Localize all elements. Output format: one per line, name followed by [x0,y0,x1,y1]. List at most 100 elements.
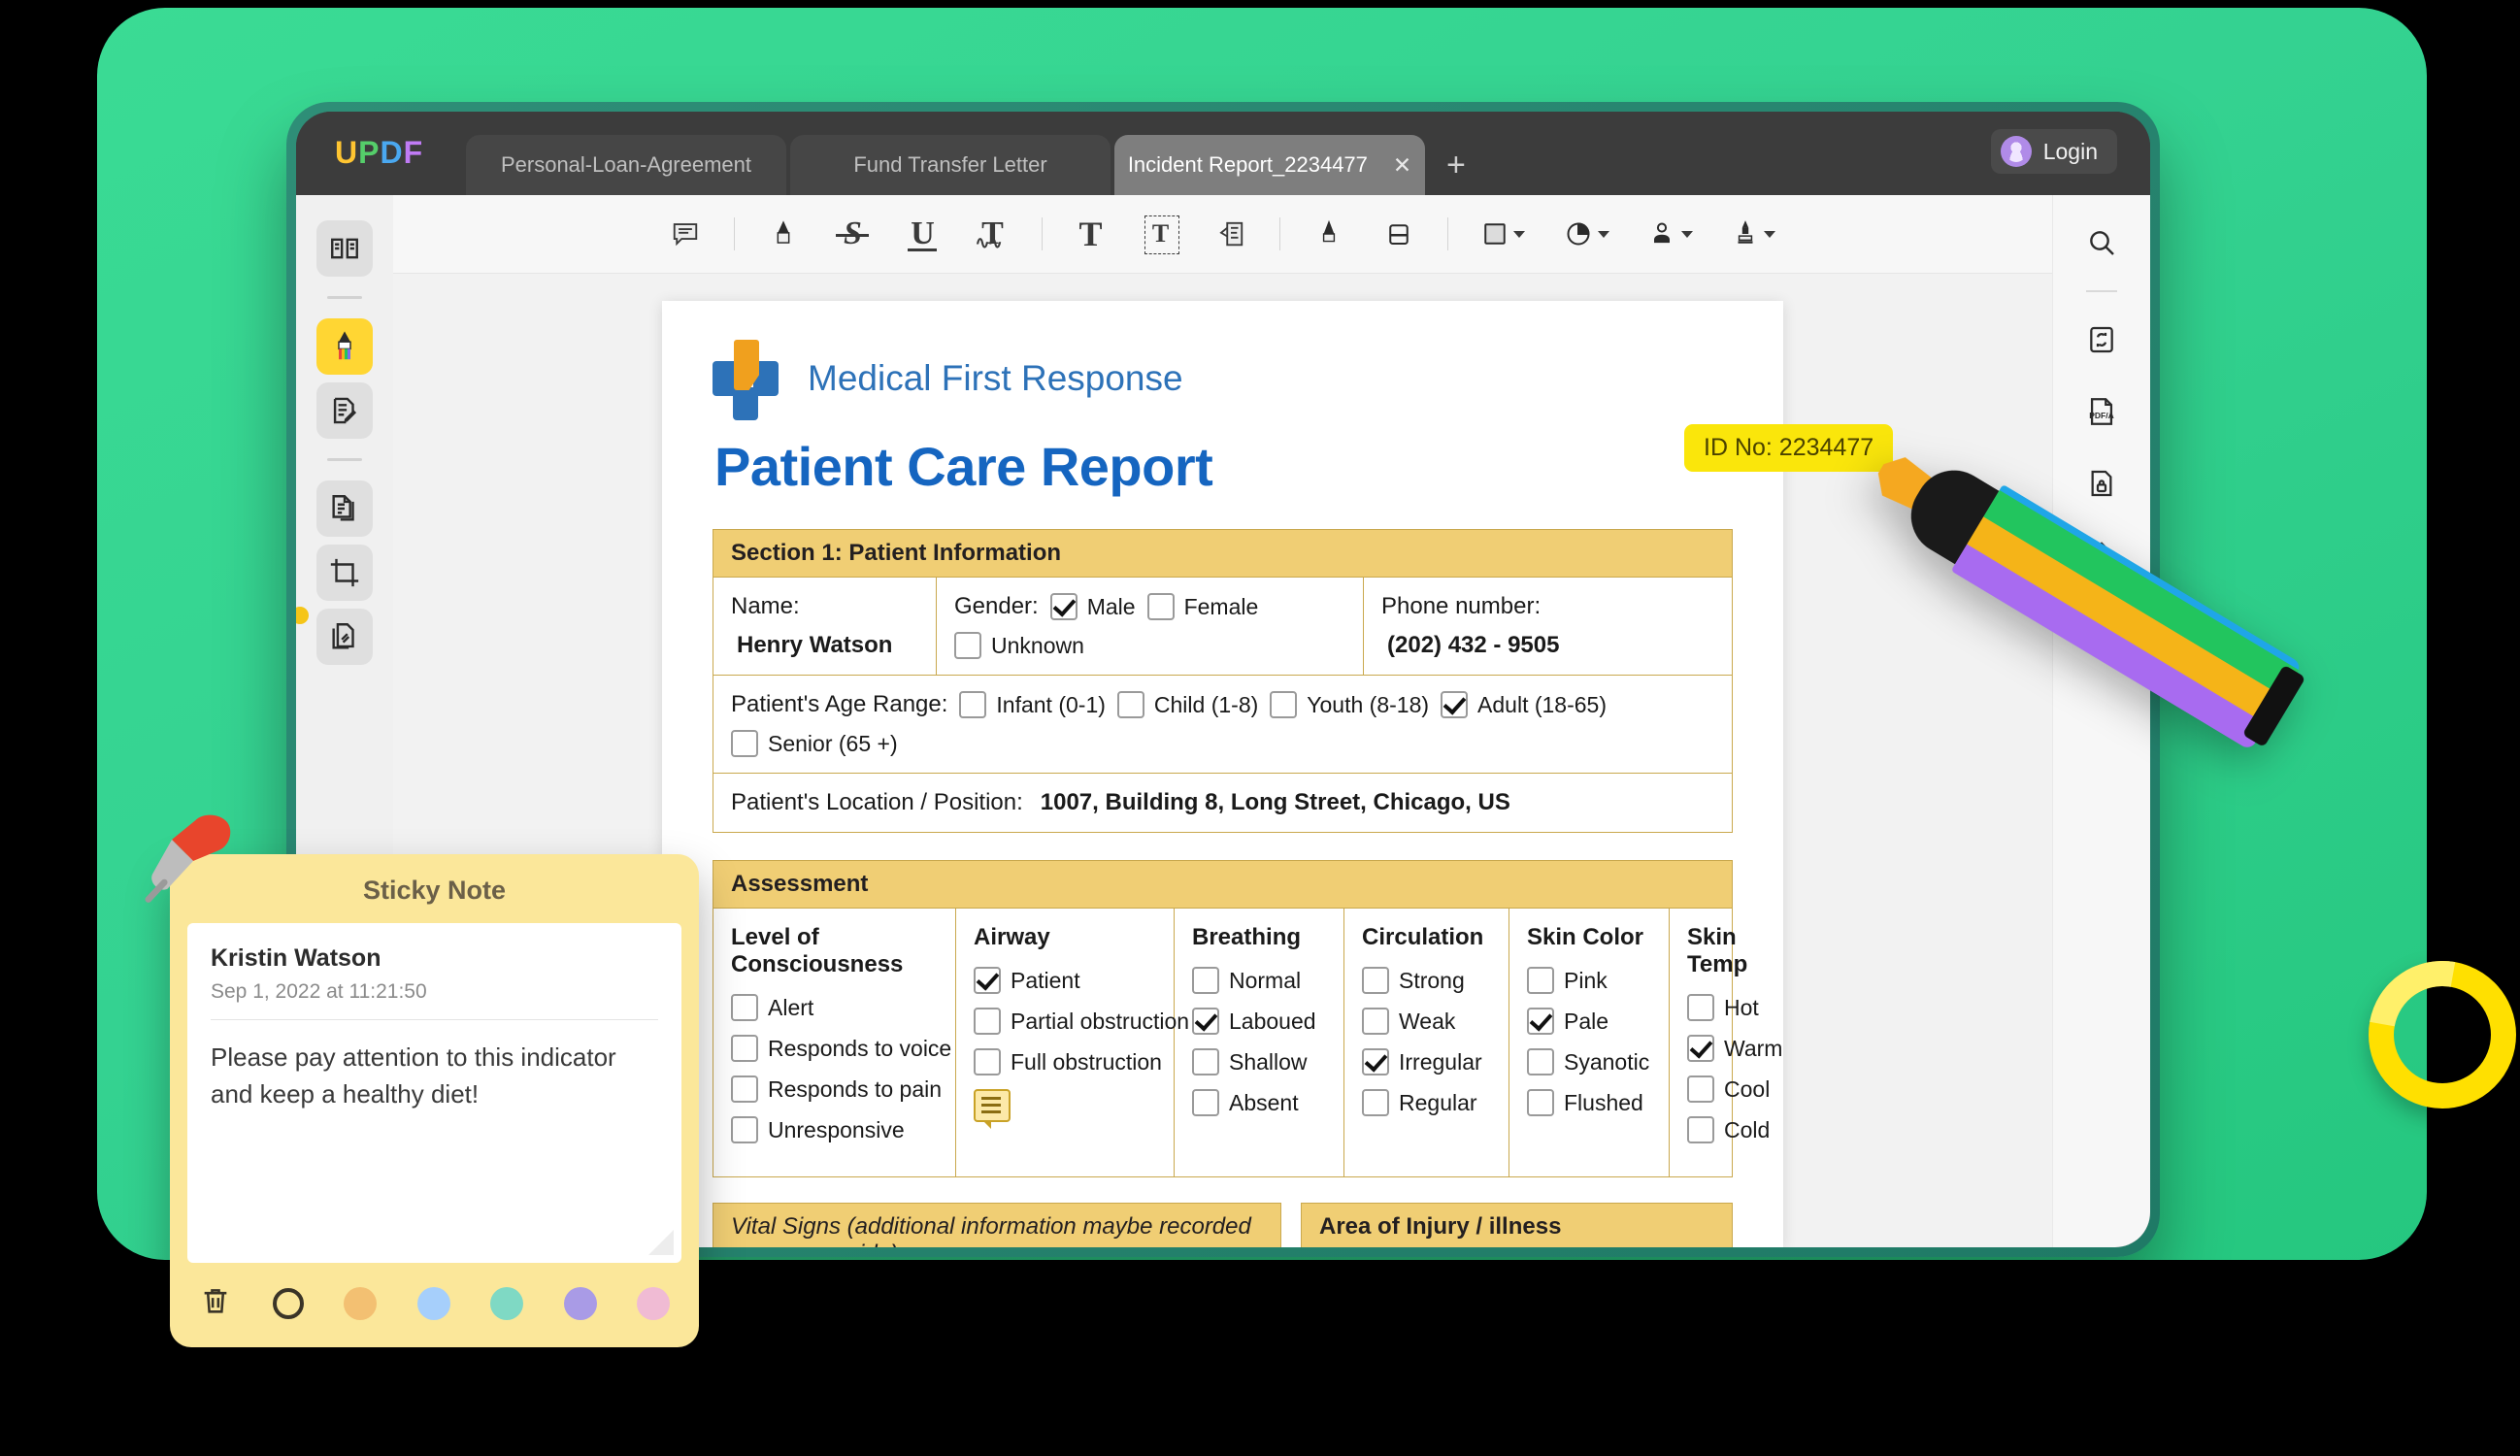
new-tab-button[interactable]: + [1446,149,1466,182]
tab-incident-report[interactable]: Incident Report_2234477 ✕ [1114,135,1425,195]
ocr-button[interactable] [2075,314,2128,366]
sidebar-item-reader[interactable] [316,220,373,277]
squiggly-underline-icon[interactable]: T ∿∿ [966,207,1020,261]
checkbox-female[interactable]: Female [1146,593,1259,620]
injury-header: Area of Injury / illness [1301,1203,1733,1247]
checkbox-box [974,967,1001,994]
color-orange-swatch[interactable] [344,1286,377,1320]
sidebar-item-edit-pdf[interactable] [316,382,373,439]
checkbox-regular[interactable]: Regular [1362,1089,1491,1116]
column-title: Skin Color [1527,924,1644,950]
checkbox-warm[interactable]: Warm [1687,1035,1782,1062]
sticky-note-timestamp: Sep 1, 2022 at 11:21:50 [211,980,658,1020]
stamp-icon[interactable] [1637,207,1705,261]
sticky-note-icon[interactable] [658,207,713,261]
text-callout-icon[interactable] [1204,207,1258,261]
checkbox-unknown[interactable]: Unknown [954,632,1084,659]
checkbox-box [1527,1048,1554,1075]
checkbox-pink[interactable]: Pink [1527,967,1651,994]
checkbox-unresponsive[interactable]: Unresponsive [731,1116,938,1143]
stamp-shape-icon[interactable] [1553,207,1621,261]
checkbox-box [731,1116,758,1143]
sticky-note-author: Kristin Watson [211,944,381,972]
checkbox-shallow[interactable]: Shallow [1192,1048,1326,1075]
text-icon[interactable]: T [1064,207,1118,261]
checkbox-pale[interactable]: Pale [1527,1008,1651,1035]
checkbox-alert[interactable]: Alert [731,994,938,1021]
checkbox-box [1441,691,1469,718]
checkbox-normal[interactable]: Normal [1192,967,1326,994]
checkbox-responds-to-voice[interactable]: Responds to voice [731,1035,951,1062]
checkbox-syanotic[interactable]: Syanotic [1527,1048,1651,1075]
login-button[interactable]: Login [1990,129,2117,174]
checkbox-patient[interactable]: Patient [974,967,1156,994]
location-label: Patient's Location / Position: [731,789,1023,815]
section-patient-information: Section 1: Patient Information Name: Hen… [713,529,1733,833]
checkbox-box [1270,691,1298,718]
checkbox-label: Female [1183,593,1259,619]
brand-letter-u: U [335,135,359,170]
checkbox-label: Adult (18-65) [1477,691,1607,717]
checkbox-label: Pink [1564,967,1608,993]
checkbox-box [1362,967,1389,994]
underline-icon[interactable]: U [896,207,950,261]
sidebar-item-comment[interactable] [316,318,373,375]
delete-note-button[interactable] [199,1284,232,1322]
checkbox-strong[interactable]: Strong [1362,967,1491,994]
assessment-column-breathing: Breathing Normal Laboued Shallow Absent [1175,909,1344,1176]
sticky-note-body[interactable]: Kristin Watson Sep 1, 2022 at 11:21:50 P… [187,923,681,1263]
eraser-icon[interactable] [1372,207,1426,261]
checkbox-senior[interactable]: Senior (65 +) [731,730,898,757]
strikethrough-icon[interactable]: S [826,207,880,261]
checkbox-laboued[interactable]: Laboued [1192,1008,1326,1035]
color-teal-swatch[interactable] [490,1286,523,1320]
checkbox-label: Laboued [1229,1008,1316,1034]
pencil-icon[interactable] [1302,207,1356,261]
checkbox-adult[interactable]: Adult (18-65) [1441,691,1607,718]
search-button[interactable] [2075,216,2128,269]
checkbox-cool[interactable]: Cool [1687,1075,1770,1103]
checkbox-box [1687,994,1714,1021]
phone-cell: Phone number: (202) 432 - 9505 [1364,578,1732,675]
shapes-icon[interactable] [1470,207,1538,261]
color-blue-swatch[interactable] [416,1286,450,1320]
resize-handle[interactable] [648,1230,674,1255]
checkbox-full-obstruction[interactable]: Full obstruction [974,1048,1162,1075]
protect-button[interactable] [2075,457,2128,510]
checkbox-hot[interactable]: Hot [1687,994,1759,1021]
close-icon[interactable]: ✕ [1393,152,1411,179]
sticky-note-text[interactable]: Please pay attention to this indicator a… [211,1040,658,1112]
checkbox-irregular[interactable]: Irregular [1362,1048,1491,1075]
checkbox-absent[interactable]: Absent [1192,1089,1326,1116]
checkbox-responds-to-pain[interactable]: Responds to pain [731,1075,942,1103]
checkbox-weak[interactable]: Weak [1362,1008,1491,1035]
highlight-icon[interactable] [756,207,811,261]
checkbox-flushed[interactable]: Flushed [1527,1089,1651,1116]
medical-cross-logo [713,340,782,420]
signature-icon[interactable] [1720,207,1788,261]
checkbox-infant[interactable]: Infant (0-1) [959,691,1106,718]
checkbox-label: Cool [1724,1075,1771,1102]
column-title: Skin Temp [1687,924,1748,977]
checkbox-cold[interactable]: Cold [1687,1116,1770,1143]
sidebar-item-organize-pages[interactable] [316,480,373,537]
brand-letter-d: D [380,135,404,170]
protect-icon [2091,470,2112,497]
text-box-icon[interactable]: T [1134,207,1188,261]
color-purple-swatch[interactable] [563,1286,597,1320]
tab-personal-loan-agreement[interactable]: Personal-Loan-Agreement [466,135,786,195]
sidebar-item-convert[interactable] [316,609,373,665]
checkbox-male[interactable]: Male [1049,593,1136,620]
tab-fund-transfer-letter[interactable]: Fund Transfer Letter [790,135,1111,195]
color-pink-swatch[interactable] [637,1286,670,1320]
checkbox-youth[interactable]: Youth (8-18) [1270,691,1429,718]
color-none-swatch[interactable] [272,1287,304,1319]
pdfa-button[interactable]: PDF/A [2075,385,2128,438]
checkbox-partial-obstruction[interactable]: Partial obstruction [974,1008,1189,1035]
sidebar-item-crop-page[interactable] [316,545,373,601]
checkbox-child[interactable]: Child (1-8) [1116,691,1258,718]
checkbox-box [1192,1008,1219,1035]
checkbox-label: Unresponsive [768,1116,905,1142]
section1-table: Name: Henry Watson Gender: Male Female U… [713,578,1733,833]
note-marker-icon[interactable] [974,1089,1011,1129]
